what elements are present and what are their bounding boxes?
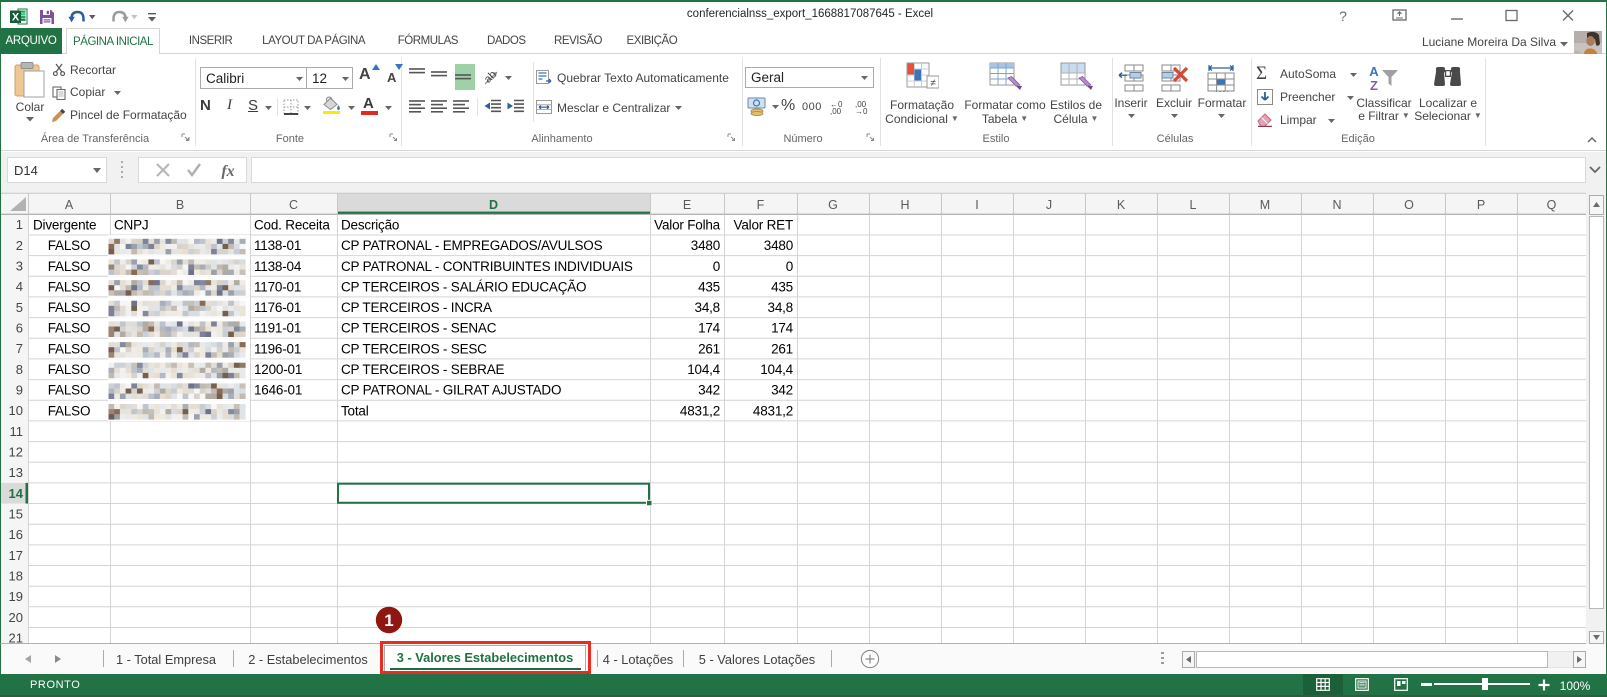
- svg-text:CP TERCEIROS - SESC: CP TERCEIROS - SESC: [341, 341, 487, 356]
- svg-text:P: P: [1477, 198, 1485, 212]
- svg-text:FALSO: FALSO: [48, 238, 91, 253]
- svg-text:1191-01: 1191-01: [254, 321, 301, 336]
- svg-text:8: 8: [16, 362, 23, 377]
- svg-text:1138-04: 1138-04: [254, 259, 302, 274]
- svg-text:B: B: [176, 198, 184, 212]
- svg-text:CP TERCEIROS - SALÁRIO EDUCAÇÃ: CP TERCEIROS - SALÁRIO EDUCAÇÃO: [341, 279, 586, 294]
- svg-text:L: L: [1190, 198, 1197, 212]
- svg-text:4831,2: 4831,2: [753, 403, 793, 418]
- svg-text:15: 15: [9, 507, 23, 522]
- svg-text:D: D: [489, 198, 498, 212]
- svg-text:FALSO: FALSO: [48, 403, 91, 418]
- svg-text:FALSO: FALSO: [48, 300, 91, 315]
- svg-text:3480: 3480: [691, 238, 720, 253]
- svg-text:1646-01: 1646-01: [254, 383, 302, 398]
- svg-text:342: 342: [698, 383, 720, 398]
- svg-text:34,8: 34,8: [695, 300, 720, 315]
- svg-text:FALSO: FALSO: [48, 341, 91, 356]
- svg-text:17: 17: [9, 548, 23, 563]
- svg-text:0: 0: [786, 259, 793, 274]
- svg-text:CP PATRONAL - CONTRIBUINTES IN: CP PATRONAL - CONTRIBUINTES INDIVIDUAIS: [341, 259, 633, 274]
- svg-text:FALSO: FALSO: [48, 362, 91, 377]
- svg-text:F: F: [757, 198, 765, 212]
- svg-text:4: 4: [16, 279, 23, 294]
- svg-text:174: 174: [698, 321, 721, 336]
- svg-text:Divergente: Divergente: [33, 217, 96, 232]
- svg-text:FALSO: FALSO: [48, 321, 91, 336]
- svg-text:7: 7: [16, 341, 23, 356]
- svg-text:19: 19: [9, 589, 23, 604]
- svg-text:1200-01: 1200-01: [254, 362, 302, 377]
- svg-text:G: G: [828, 198, 838, 212]
- svg-text:N: N: [1332, 198, 1341, 212]
- svg-text:435: 435: [771, 279, 793, 294]
- svg-text:Q: Q: [1547, 198, 1557, 212]
- svg-text:9: 9: [16, 383, 23, 398]
- svg-text:I: I: [975, 198, 978, 212]
- svg-text:34,8: 34,8: [768, 300, 793, 315]
- svg-text:CP TERCEIROS - SEBRAE: CP TERCEIROS - SEBRAE: [341, 362, 505, 377]
- svg-text:10: 10: [9, 403, 23, 418]
- svg-text:C: C: [289, 198, 298, 212]
- svg-text:E: E: [683, 198, 691, 212]
- svg-text:261: 261: [771, 341, 793, 356]
- svg-text:1: 1: [384, 611, 393, 630]
- svg-text:3: 3: [16, 259, 23, 274]
- svg-text:Total: Total: [341, 403, 369, 418]
- svg-text:1138-01: 1138-01: [254, 238, 301, 253]
- svg-text:1: 1: [16, 217, 23, 232]
- svg-text:M: M: [1260, 198, 1270, 212]
- svg-text:FALSO: FALSO: [48, 279, 91, 294]
- svg-text:18: 18: [9, 569, 23, 584]
- svg-text:H: H: [900, 198, 909, 212]
- svg-text:Valor RET: Valor RET: [734, 217, 793, 232]
- svg-text:A: A: [65, 198, 74, 212]
- svg-text:435: 435: [698, 279, 720, 294]
- svg-text:16: 16: [9, 527, 23, 542]
- svg-text:1176-01: 1176-01: [254, 300, 301, 315]
- svg-text:2: 2: [16, 238, 23, 253]
- svg-text:174: 174: [771, 321, 794, 336]
- svg-text:14: 14: [9, 486, 24, 501]
- svg-text:Valor Folha: Valor Folha: [654, 217, 721, 232]
- svg-text:CNPJ: CNPJ: [114, 217, 148, 232]
- svg-text:1196-01: 1196-01: [254, 341, 301, 356]
- svg-text:Descrição: Descrição: [341, 217, 399, 232]
- svg-text:Cod. Receita: Cod. Receita: [254, 217, 330, 232]
- svg-text:12: 12: [9, 445, 23, 460]
- svg-text:21: 21: [9, 630, 23, 645]
- svg-text:1170-01: 1170-01: [254, 279, 301, 294]
- svg-text:104,4: 104,4: [760, 362, 793, 377]
- svg-text:FALSO: FALSO: [48, 383, 91, 398]
- svg-text:J: J: [1046, 198, 1052, 212]
- svg-text:CP TERCEIROS - SENAC: CP TERCEIROS - SENAC: [341, 321, 497, 336]
- svg-text:5: 5: [16, 300, 23, 315]
- svg-text:3480: 3480: [764, 238, 793, 253]
- svg-text:20: 20: [9, 610, 23, 625]
- svg-text:104,4: 104,4: [687, 362, 720, 377]
- svg-text:CP TERCEIROS - INCRA: CP TERCEIROS - INCRA: [341, 300, 492, 315]
- svg-text:342: 342: [771, 383, 793, 398]
- svg-text:261: 261: [698, 341, 720, 356]
- svg-text:K: K: [1117, 198, 1126, 212]
- svg-text:11: 11: [10, 424, 24, 439]
- svg-text:CP PATRONAL - GILRAT AJUSTADO: CP PATRONAL - GILRAT AJUSTADO: [341, 383, 561, 398]
- svg-text:FALSO: FALSO: [48, 259, 91, 274]
- svg-text:13: 13: [9, 465, 23, 480]
- svg-text:0: 0: [713, 259, 720, 274]
- svg-text:CP PATRONAL - EMPREGADOS/AVULS: CP PATRONAL - EMPREGADOS/AVULSOS: [341, 238, 603, 253]
- svg-text:4831,2: 4831,2: [680, 403, 720, 418]
- svg-text:6: 6: [16, 321, 23, 336]
- svg-text:O: O: [1404, 198, 1414, 212]
